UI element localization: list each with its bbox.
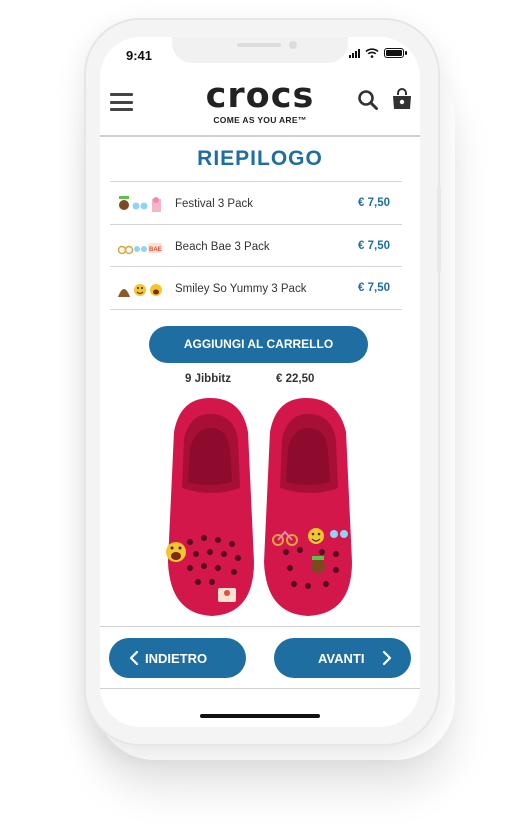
right-clog xyxy=(264,398,352,616)
jibbitz-pack-thumbnail: BAE xyxy=(117,242,162,254)
hamburger-menu-icon[interactable] xyxy=(110,93,133,111)
shopping-bag-icon[interactable] xyxy=(390,87,414,111)
item-price: € 7,50 xyxy=(358,282,390,294)
item-name: Festival 3 Pack xyxy=(175,198,253,210)
back-button-label: INDIETRO xyxy=(145,651,208,666)
list-item[interactable]: Festival 3 Pack € 7,50 xyxy=(110,182,402,225)
chevron-left-icon xyxy=(129,650,139,666)
footer-divider-top xyxy=(100,626,420,627)
summary-list: Festival 3 Pack € 7,50 BAE Beach Bae 3 P… xyxy=(110,181,402,310)
back-button[interactable]: INDIETRO xyxy=(109,638,246,678)
status-time: 9:41 xyxy=(126,48,153,63)
jibbitz-pack-thumbnail xyxy=(118,284,162,297)
clog-preview-image xyxy=(166,398,352,616)
left-clog xyxy=(166,398,254,616)
page-title: RIEPILOGO xyxy=(197,147,323,170)
svg-text:BAE: BAE xyxy=(149,247,162,253)
logo-tagline: COME AS YOU ARE™ xyxy=(213,115,307,125)
jibbitz-count: 9 Jibbitz xyxy=(185,373,232,385)
signal-icon xyxy=(349,48,360,58)
wifi-icon xyxy=(365,48,379,58)
header-divider xyxy=(100,135,420,137)
phone-screen: 9:41 crocs COME AS YOU ARE™ RIEPILOGO Fe… xyxy=(100,37,420,727)
list-item[interactable]: Smiley So Yummy 3 Pack € 7,50 xyxy=(110,267,402,310)
notch xyxy=(172,37,348,63)
item-name: Beach Bae 3 Pack xyxy=(175,240,270,253)
next-button[interactable]: AVANTI xyxy=(274,638,411,678)
total-price: € 22,50 xyxy=(276,373,315,385)
next-button-label: AVANTI xyxy=(318,651,365,666)
status-icons xyxy=(349,48,407,58)
app-header: crocs COME AS YOU ARE™ xyxy=(100,73,420,135)
front-camera xyxy=(289,41,297,49)
footer-divider-bottom xyxy=(100,688,420,689)
item-price: € 7,50 xyxy=(358,197,390,209)
jibbitz-pack-thumbnail xyxy=(119,196,161,212)
phone-side-button xyxy=(437,186,441,272)
item-price: € 7,50 xyxy=(358,239,390,252)
battery-icon xyxy=(384,48,407,58)
search-icon[interactable] xyxy=(357,89,379,111)
logo-wordmark: crocs xyxy=(205,76,315,116)
add-to-cart-button[interactable]: AGGIUNGI AL CARRELLO xyxy=(149,326,368,363)
speaker xyxy=(237,43,281,47)
list-item[interactable]: BAE Beach Bae 3 Pack € 7,50 xyxy=(110,225,402,267)
chevron-right-icon xyxy=(382,650,392,666)
crocs-logo[interactable]: crocs COME AS YOU ARE™ xyxy=(195,77,325,125)
home-indicator[interactable] xyxy=(200,714,320,718)
item-name: Smiley So Yummy 3 Pack xyxy=(175,283,307,295)
